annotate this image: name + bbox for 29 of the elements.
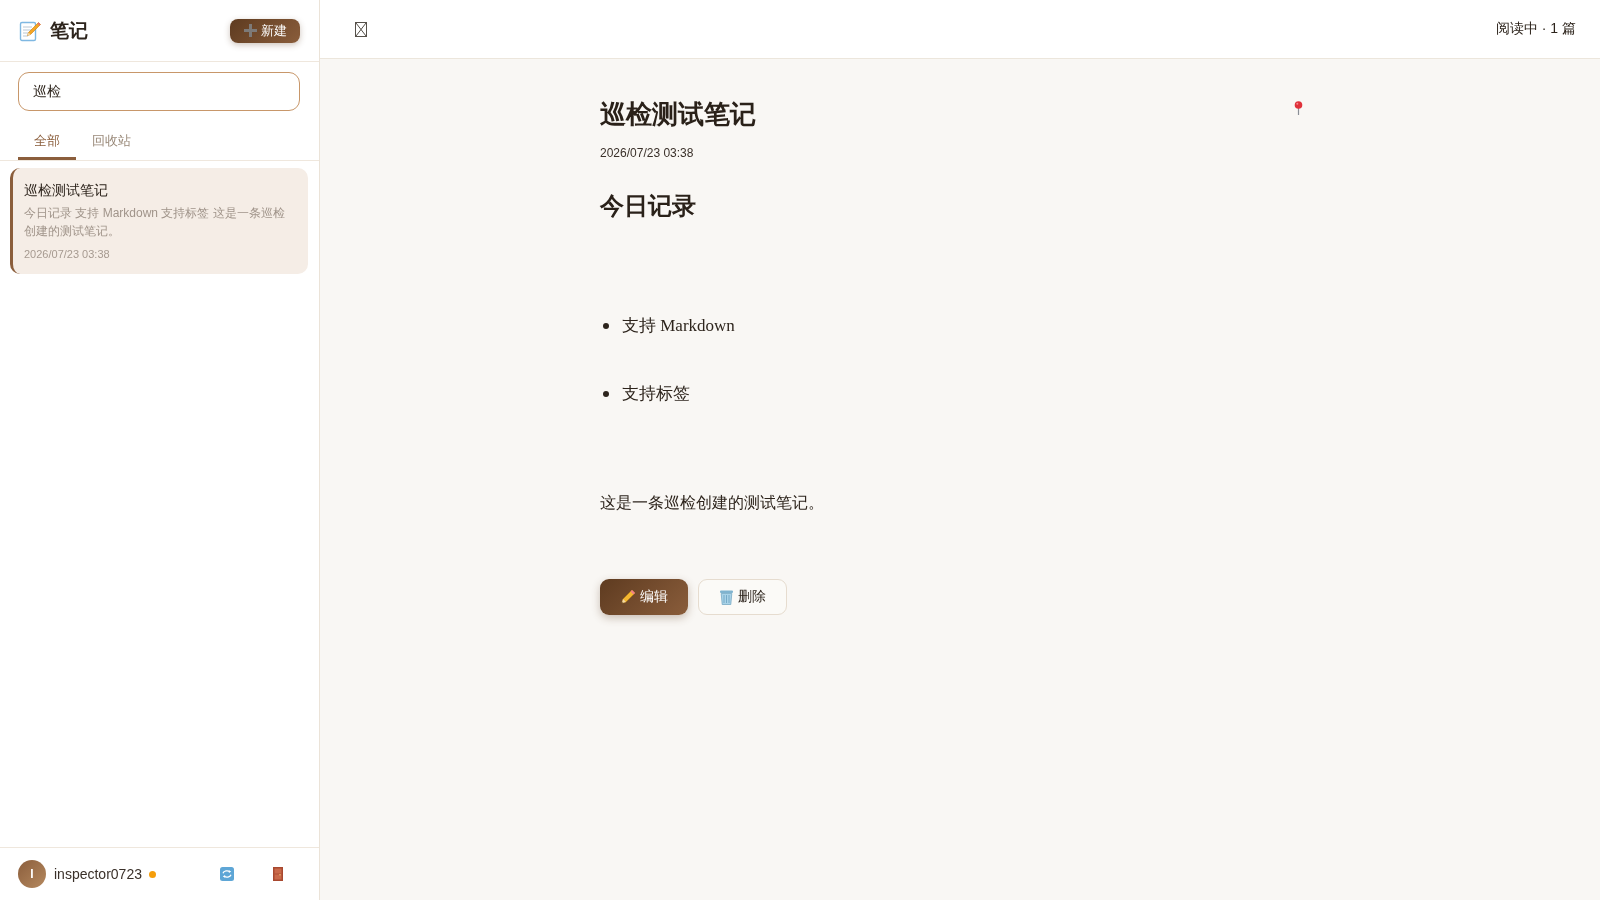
pencil-icon bbox=[620, 589, 636, 605]
note-date: 2026/07/23 03:38 bbox=[24, 247, 111, 262]
tab[interactable]: 回收站 bbox=[76, 122, 147, 160]
note-paragraph: 这是一条巡检创建的测试笔记。 bbox=[600, 493, 825, 513]
crossed-box-icon[interactable] bbox=[355, 21, 367, 37]
bullet-icon bbox=[603, 323, 609, 329]
username: inspector0723 bbox=[54, 866, 142, 882]
user-avatar: I bbox=[18, 860, 46, 888]
bullet-icon bbox=[603, 391, 609, 397]
reading-status: 阅读中 · 1 篇 bbox=[1495, 20, 1576, 38]
note-heading: 今日记录 bbox=[600, 192, 697, 221]
refresh-icon[interactable] bbox=[220, 867, 234, 881]
edit-button[interactable]: 编辑 bbox=[600, 579, 688, 615]
note-preview: 今日记录 支持 Markdown 支持标签 这是一条巡检创建的测试笔记。 bbox=[24, 205, 286, 240]
list-item-text: 支持标签 bbox=[622, 383, 690, 405]
door-icon[interactable] bbox=[273, 867, 283, 881]
note-list-item[interactable]: 巡检测试笔记 今日记录 支持 Markdown 支持标签 这是一条巡检创建的测试笔记。 2026/07/23 03:38 bbox=[10, 168, 308, 274]
app-title: 笔记 bbox=[50, 18, 88, 43]
delete-button[interactable]: 删除 bbox=[698, 579, 787, 615]
plus-icon bbox=[243, 24, 257, 37]
tab[interactable]: 全部 bbox=[18, 122, 76, 160]
note-title: 巡检测试笔记 bbox=[24, 181, 109, 200]
note-date: 2026/07/23 03:38 bbox=[600, 145, 695, 162]
note-title: 巡检测试笔记 bbox=[600, 99, 756, 131]
app-logo-icon bbox=[19, 19, 41, 42]
search-field[interactable]: 巡检 bbox=[18, 72, 300, 111]
new-note-button[interactable]: 新建 bbox=[230, 18, 300, 43]
trash-icon bbox=[719, 589, 734, 605]
list-item-text: 支持 Markdown bbox=[622, 315, 735, 337]
